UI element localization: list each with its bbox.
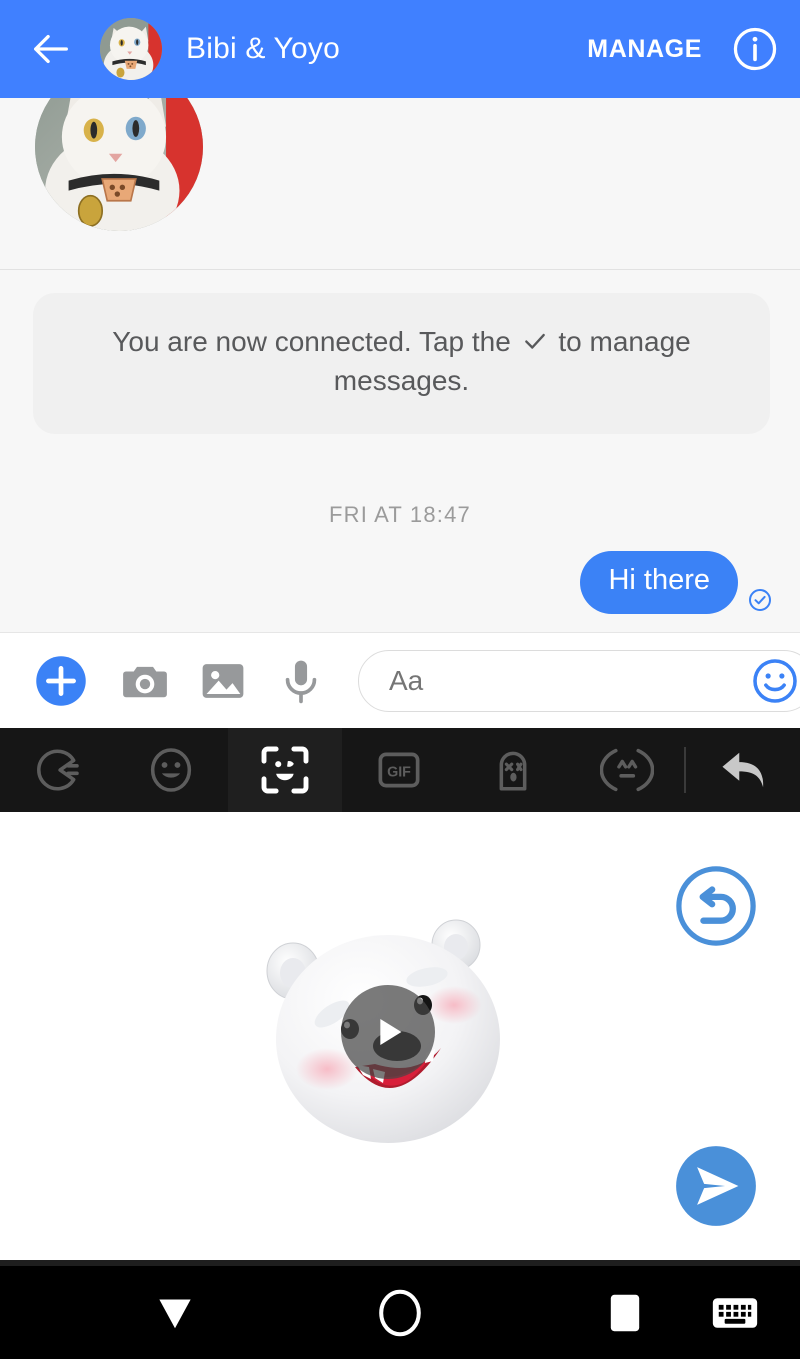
send-button[interactable] bbox=[674, 1144, 758, 1228]
pacman-reaction-icon bbox=[32, 745, 82, 795]
camera-icon[interactable] bbox=[119, 655, 171, 707]
keyboard-icon bbox=[711, 1294, 759, 1332]
kaomoji-icon bbox=[600, 743, 654, 797]
sticker-face-icon bbox=[488, 745, 538, 795]
effects-tab-kaomoji[interactable] bbox=[570, 728, 684, 812]
system-message: You are now connected. Tap the to manage… bbox=[33, 293, 770, 434]
reply-arrow-icon bbox=[715, 742, 771, 798]
delivered-check-icon bbox=[748, 588, 772, 612]
messenger-screen: Bibi & Yoyo bbox=[0, 0, 800, 1359]
page-title: Bibi & Yoyo bbox=[186, 32, 340, 66]
polar-bear-sticker[interactable] bbox=[245, 917, 530, 1147]
nav-home-button[interactable] bbox=[378, 1289, 422, 1337]
gallery-icon[interactable] bbox=[197, 655, 249, 707]
message-timestamp: FRI AT 18:47 bbox=[0, 502, 800, 528]
nav-back-button[interactable] bbox=[152, 1293, 198, 1333]
profile-avatar[interactable] bbox=[35, 98, 203, 231]
message-input-wrapper[interactable] bbox=[358, 650, 800, 712]
effects-tab-gif[interactable]: GIF bbox=[342, 728, 456, 812]
app-bar: Bibi & Yoyo MANAGE bbox=[0, 0, 800, 98]
effects-tab-emoji[interactable] bbox=[114, 728, 228, 812]
play-button[interactable] bbox=[341, 985, 435, 1079]
manage-button[interactable]: MANAGE bbox=[587, 35, 702, 64]
face-mask-scan-icon bbox=[257, 742, 313, 798]
smiley-face-icon bbox=[146, 745, 196, 795]
play-icon bbox=[365, 1009, 411, 1055]
undo-button[interactable] bbox=[674, 864, 758, 948]
message-composer bbox=[0, 632, 800, 728]
hide-keyboard-triangle-icon bbox=[152, 1293, 198, 1333]
message-row-outgoing: Hi there bbox=[580, 551, 772, 614]
message-input[interactable] bbox=[389, 665, 750, 697]
avatar[interactable] bbox=[100, 18, 162, 80]
sticker-preview-panel bbox=[0, 812, 800, 1260]
nav-recents-button[interactable] bbox=[608, 1292, 642, 1334]
cat-photo-icon bbox=[35, 98, 203, 231]
android-navigation-bar bbox=[0, 1260, 800, 1359]
svg-text:GIF: GIF bbox=[387, 765, 411, 781]
system-message-prefix: You are now connected. Tap the bbox=[112, 326, 511, 357]
cat-photo-icon bbox=[100, 18, 162, 80]
smiley-icon[interactable] bbox=[750, 656, 800, 706]
plus-circle-icon[interactable] bbox=[34, 654, 88, 708]
back-arrow-icon[interactable] bbox=[28, 26, 74, 72]
message-bubble[interactable]: Hi there bbox=[580, 551, 738, 614]
gif-icon: GIF bbox=[373, 744, 425, 796]
effects-tab-masks[interactable] bbox=[228, 728, 342, 812]
recents-square-icon bbox=[608, 1292, 642, 1334]
info-icon[interactable] bbox=[732, 26, 778, 72]
effects-tab-stickers[interactable] bbox=[456, 728, 570, 812]
effects-tab-reactions[interactable] bbox=[0, 728, 114, 812]
effects-back-button[interactable] bbox=[686, 728, 800, 812]
check-icon bbox=[522, 328, 548, 354]
profile-header: Bibi & Yoyo bbox=[0, 98, 800, 270]
nav-keyboard-button[interactable] bbox=[711, 1294, 759, 1332]
effects-toolbar: GIF bbox=[0, 728, 800, 812]
home-circle-icon bbox=[378, 1289, 422, 1337]
microphone-icon[interactable] bbox=[275, 655, 327, 707]
